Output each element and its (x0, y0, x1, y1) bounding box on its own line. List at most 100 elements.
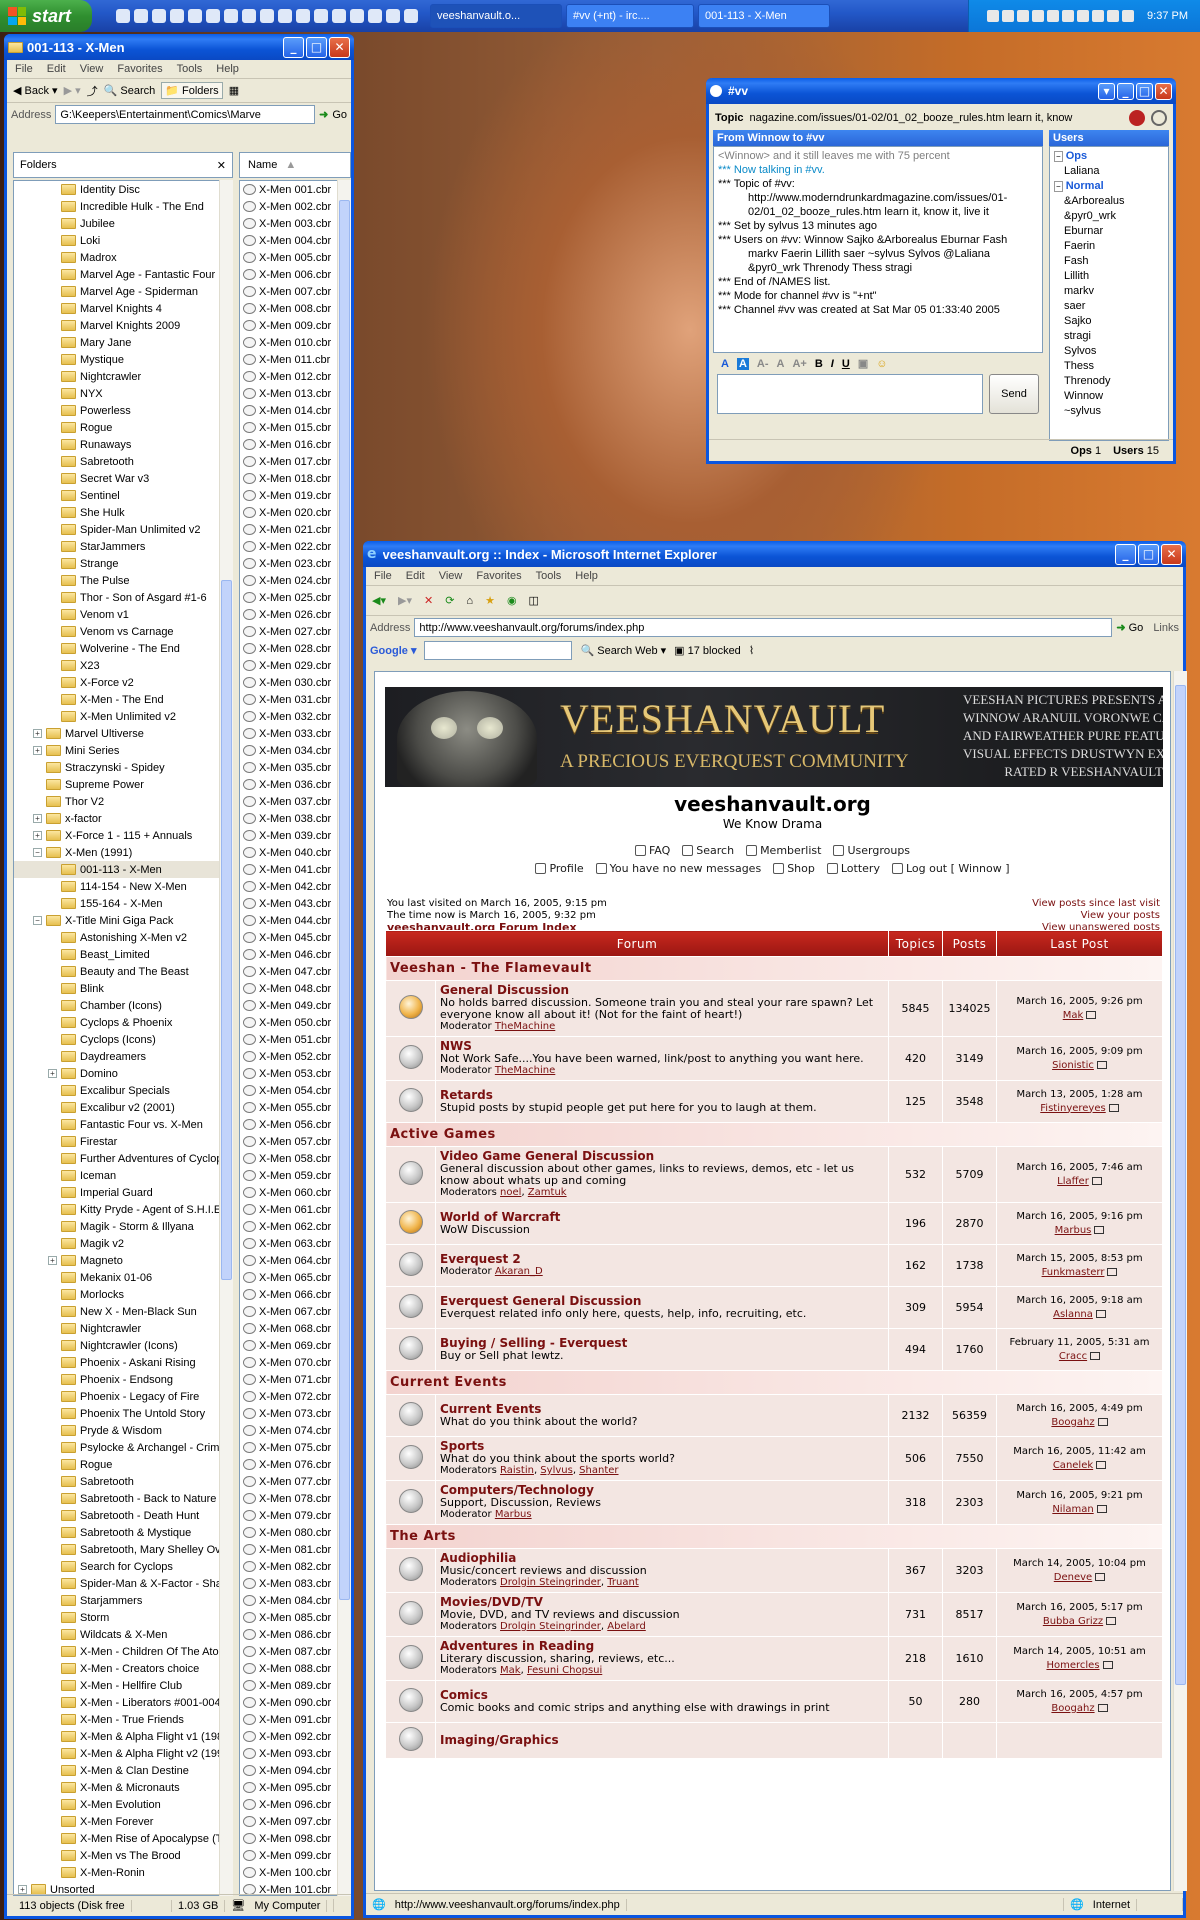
file-item[interactable]: X-Men 058.cbr (240, 1150, 350, 1167)
file-item[interactable]: X-Men 028.cbr (240, 640, 350, 657)
quicklaunch-icon[interactable] (350, 9, 364, 23)
goto-post-icon[interactable] (1096, 1460, 1107, 1469)
tree-folder[interactable]: Sabretooth (14, 453, 232, 470)
tree-folder[interactable]: X-Men - Hellfire Club (14, 1677, 232, 1694)
file-item[interactable]: X-Men 049.cbr (240, 997, 350, 1014)
forum-title-link[interactable]: World of Warcraft (440, 1210, 560, 1224)
quicklaunch-icon[interactable] (242, 9, 256, 23)
tree-folder[interactable]: X-Men vs The Brood (14, 1847, 232, 1864)
file-item[interactable]: X-Men 066.cbr (240, 1286, 350, 1303)
close-pane-icon[interactable]: ✕ (217, 159, 226, 172)
tree-folder[interactable]: Firestar (14, 1133, 232, 1150)
file-item[interactable]: X-Men 054.cbr (240, 1082, 350, 1099)
moderator-link[interactable]: Truant (607, 1577, 638, 1588)
last-post-user-link[interactable]: Canelek (1053, 1460, 1093, 1471)
tree-folder[interactable]: X-Men Forever (14, 1813, 232, 1830)
minimize-button[interactable]: _ (283, 36, 304, 58)
file-item[interactable]: X-Men 033.cbr (240, 725, 350, 742)
task-ie[interactable]: veeshanvault.o... (430, 4, 562, 28)
background-color-icon[interactable]: A (736, 357, 749, 370)
file-item[interactable]: X-Men 076.cbr (240, 1456, 350, 1473)
tree-folder[interactable]: She Hulk (14, 504, 232, 521)
user-entry[interactable]: Faerin (1054, 239, 1164, 254)
tree-folder[interactable]: X-Men - Children Of The Atom (14, 1643, 232, 1660)
forward-icon[interactable]: ▶▾ (398, 594, 412, 607)
settings-icon[interactable] (1151, 109, 1167, 126)
user-entry[interactable]: Winnow (1054, 389, 1164, 404)
tray-icon[interactable] (1062, 10, 1075, 22)
forum-title-link[interactable]: Everquest General Discussion (440, 1294, 641, 1308)
task-explorer[interactable]: 001-113 - X-Men (698, 4, 830, 28)
file-item[interactable]: X-Men 090.cbr (240, 1694, 350, 1711)
close-button[interactable]: ✕ (1155, 82, 1172, 100)
file-item[interactable]: X-Men 074.cbr (240, 1422, 350, 1439)
last-post-user-link[interactable]: Homercles (1046, 1660, 1099, 1671)
file-item[interactable]: X-Men 016.cbr (240, 436, 350, 453)
user-entry[interactable]: Laliana (1054, 164, 1164, 179)
tree-folder[interactable]: Runaways (14, 436, 232, 453)
menu-item[interactable]: File (15, 63, 33, 75)
nav-link[interactable]: Shop (773, 862, 815, 875)
file-item[interactable]: X-Men 092.cbr (240, 1728, 350, 1745)
forum-title-link[interactable]: Adventures in Reading (440, 1639, 594, 1653)
explorer-titlebar[interactable]: 001-113 - X-Men _ □ ✕ (4, 34, 354, 60)
user-entry[interactable]: Sajko (1054, 314, 1164, 329)
message-input[interactable] (717, 374, 983, 414)
stop-icon[interactable]: ✕ (424, 594, 433, 607)
forum-title-link[interactable]: Everquest 2 (440, 1252, 521, 1266)
file-item[interactable]: X-Men 080.cbr (240, 1524, 350, 1541)
file-item[interactable]: X-Men 091.cbr (240, 1711, 350, 1728)
goto-post-icon[interactable] (1086, 1010, 1097, 1019)
browser-titlebar[interactable]: e veeshanvault.org :: Index - Microsoft … (363, 541, 1186, 567)
last-post-user-link[interactable]: Marbus (1055, 1225, 1092, 1236)
tree-folder[interactable]: Fantastic Four vs. X-Men (14, 1116, 232, 1133)
tree-folder[interactable]: + X-Force 1 - 115 + Annuals (14, 827, 232, 844)
tree-folder[interactable]: X-Men - Creators choice (14, 1660, 232, 1677)
file-item[interactable]: X-Men 087.cbr (240, 1643, 350, 1660)
file-item[interactable]: X-Men 030.cbr (240, 674, 350, 691)
moderator-link[interactable]: Fesuni Chopsui (527, 1665, 602, 1676)
tree-folder[interactable]: Nightcrawler (14, 368, 232, 385)
tree-folder[interactable]: Thor - Son of Asgard #1-6 (14, 589, 232, 606)
file-item[interactable]: X-Men 084.cbr (240, 1592, 350, 1609)
file-item[interactable]: X-Men 065.cbr (240, 1269, 350, 1286)
file-item[interactable]: X-Men 083.cbr (240, 1575, 350, 1592)
file-item[interactable]: X-Men 008.cbr (240, 300, 350, 317)
moderator-link[interactable]: Akaran_D (495, 1266, 543, 1277)
quicklaunch-icon[interactable] (260, 9, 274, 23)
forum-title-link[interactable]: General Discussion (440, 983, 569, 997)
tree-folder[interactable]: Sabretooth & Mystique (14, 1524, 232, 1541)
view-link[interactable]: View posts since last visit (1032, 898, 1160, 910)
text-color-icon[interactable]: A (721, 358, 729, 370)
nav-link[interactable]: Memberlist (746, 844, 821, 857)
last-post-user-link[interactable]: Cracc (1059, 1351, 1087, 1362)
google-logo[interactable]: Google ▾ (370, 644, 416, 657)
forum-title-link[interactable]: Buying / Selling - Everquest (440, 1336, 627, 1350)
category-row[interactable]: Current Events (385, 1370, 1163, 1395)
tree-folder[interactable]: 114-154 - New X-Men (14, 878, 232, 895)
file-item[interactable]: X-Men 046.cbr (240, 946, 350, 963)
quicklaunch-icon[interactable] (206, 9, 220, 23)
file-item[interactable]: X-Men 067.cbr (240, 1303, 350, 1320)
menu-item[interactable]: Favorites (117, 63, 162, 75)
file-item[interactable]: X-Men 081.cbr (240, 1541, 350, 1558)
file-item[interactable]: X-Men 026.cbr (240, 606, 350, 623)
tree-folder[interactable]: Venom v1 (14, 606, 232, 623)
tray-icon[interactable] (1122, 10, 1135, 22)
moderator-link[interactable]: Sylvus (540, 1465, 573, 1476)
forum-title-link[interactable]: Imaging/Graphics (440, 1733, 559, 1747)
file-item[interactable]: X-Men 056.cbr (240, 1116, 350, 1133)
close-button[interactable]: ✕ (1161, 543, 1182, 565)
file-item[interactable]: X-Men 082.cbr (240, 1558, 350, 1575)
moderator-link[interactable]: Drolgin Steingrinder (500, 1621, 601, 1632)
file-item[interactable]: X-Men 085.cbr (240, 1609, 350, 1626)
user-entry[interactable]: Lillith (1054, 269, 1164, 284)
history-icon[interactable]: ◫ (529, 594, 539, 607)
tree-folder[interactable]: Marvel Age - Spiderman (14, 283, 232, 300)
menu-item[interactable]: Help (216, 63, 239, 75)
menu-item[interactable]: Favorites (476, 570, 521, 582)
tree-folder[interactable]: Madrox (14, 249, 232, 266)
back-icon[interactable]: ◀▾ (372, 594, 386, 607)
file-item[interactable]: X-Men 048.cbr (240, 980, 350, 997)
font-larger-icon[interactable]: A+ (792, 358, 806, 370)
